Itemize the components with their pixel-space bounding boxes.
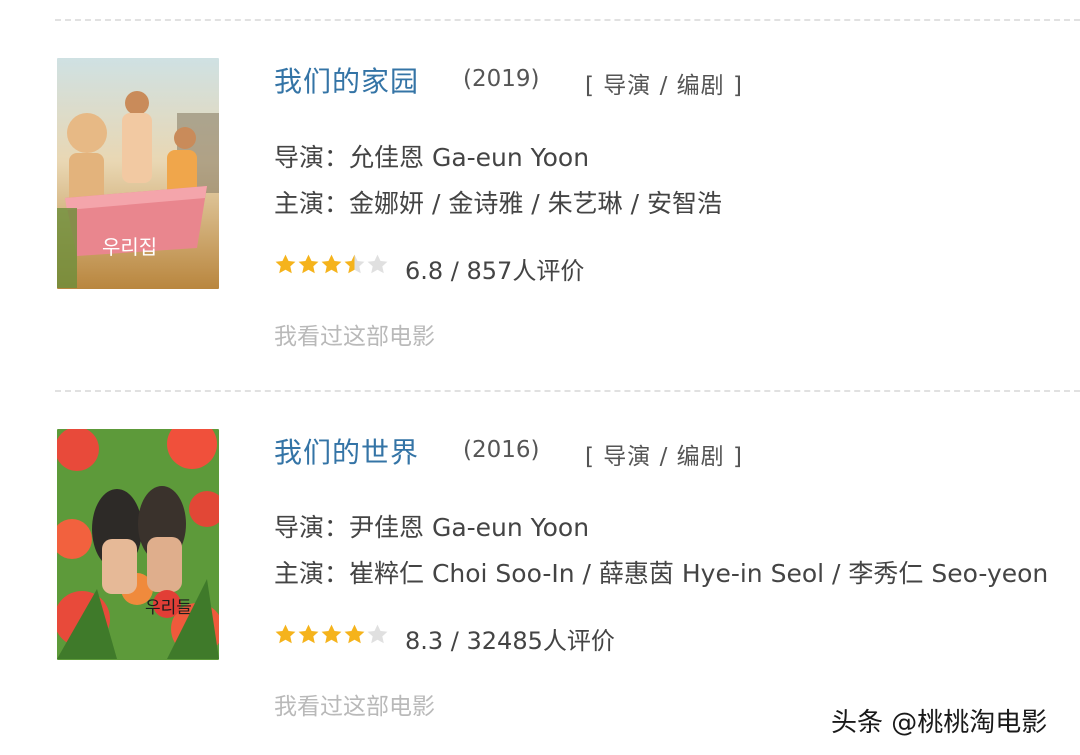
top-divider — [55, 19, 1080, 21]
rating-text: 8.3 / 32485人评价 — [405, 627, 615, 655]
star-icon — [298, 624, 319, 644]
rating-text: 6.8 / 857人评价 — [405, 257, 585, 285]
film-divider — [55, 390, 1080, 392]
star-icon — [367, 254, 388, 274]
director-line: 导演：允佳恩 Ga-eun Yoon — [274, 143, 590, 172]
director-line: 导演：尹佳恩 Ga-eun Yoon — [274, 513, 590, 542]
cast-line: 主演：金娜妍 / 金诗雅 / 朱艺琳 / 安智浩 — [274, 189, 722, 218]
star-rating — [274, 623, 389, 645]
film-role: [ 导演 / 编剧 ] — [585, 73, 743, 99]
star-icon — [275, 624, 296, 644]
star-icon — [344, 254, 365, 274]
seen-film-link[interactable]: 我看过这部电影 — [274, 317, 435, 351]
star-icon — [275, 254, 296, 274]
poster-title: 우리집 — [102, 235, 157, 259]
star-icon — [367, 624, 388, 644]
watermark: 头条 @桃桃淘电影 — [831, 708, 1048, 738]
film-year: (2016) — [463, 437, 540, 463]
star-icon — [298, 254, 319, 274]
star-icon — [321, 254, 342, 274]
film-title[interactable]: 我们的家园 — [274, 60, 419, 100]
seen-film-link[interactable]: 我看过这部电影 — [274, 687, 435, 721]
poster-title: 우리들 — [145, 598, 192, 618]
star-rating — [274, 253, 389, 275]
film-title[interactable]: 我们的世界 — [274, 431, 419, 471]
cast-line: 主演：崔粹仁 Choi Soo-In / 薛惠茵 Hye-in Seol / 李… — [274, 559, 1049, 588]
film-role: [ 导演 / 编剧 ] — [585, 444, 743, 470]
star-icon — [344, 624, 365, 644]
film-year: (2019) — [463, 66, 540, 92]
poster-image[interactable]: 우리집 — [57, 58, 219, 289]
star-icon — [321, 624, 342, 644]
poster-image[interactable]: 우리들 — [57, 429, 219, 660]
